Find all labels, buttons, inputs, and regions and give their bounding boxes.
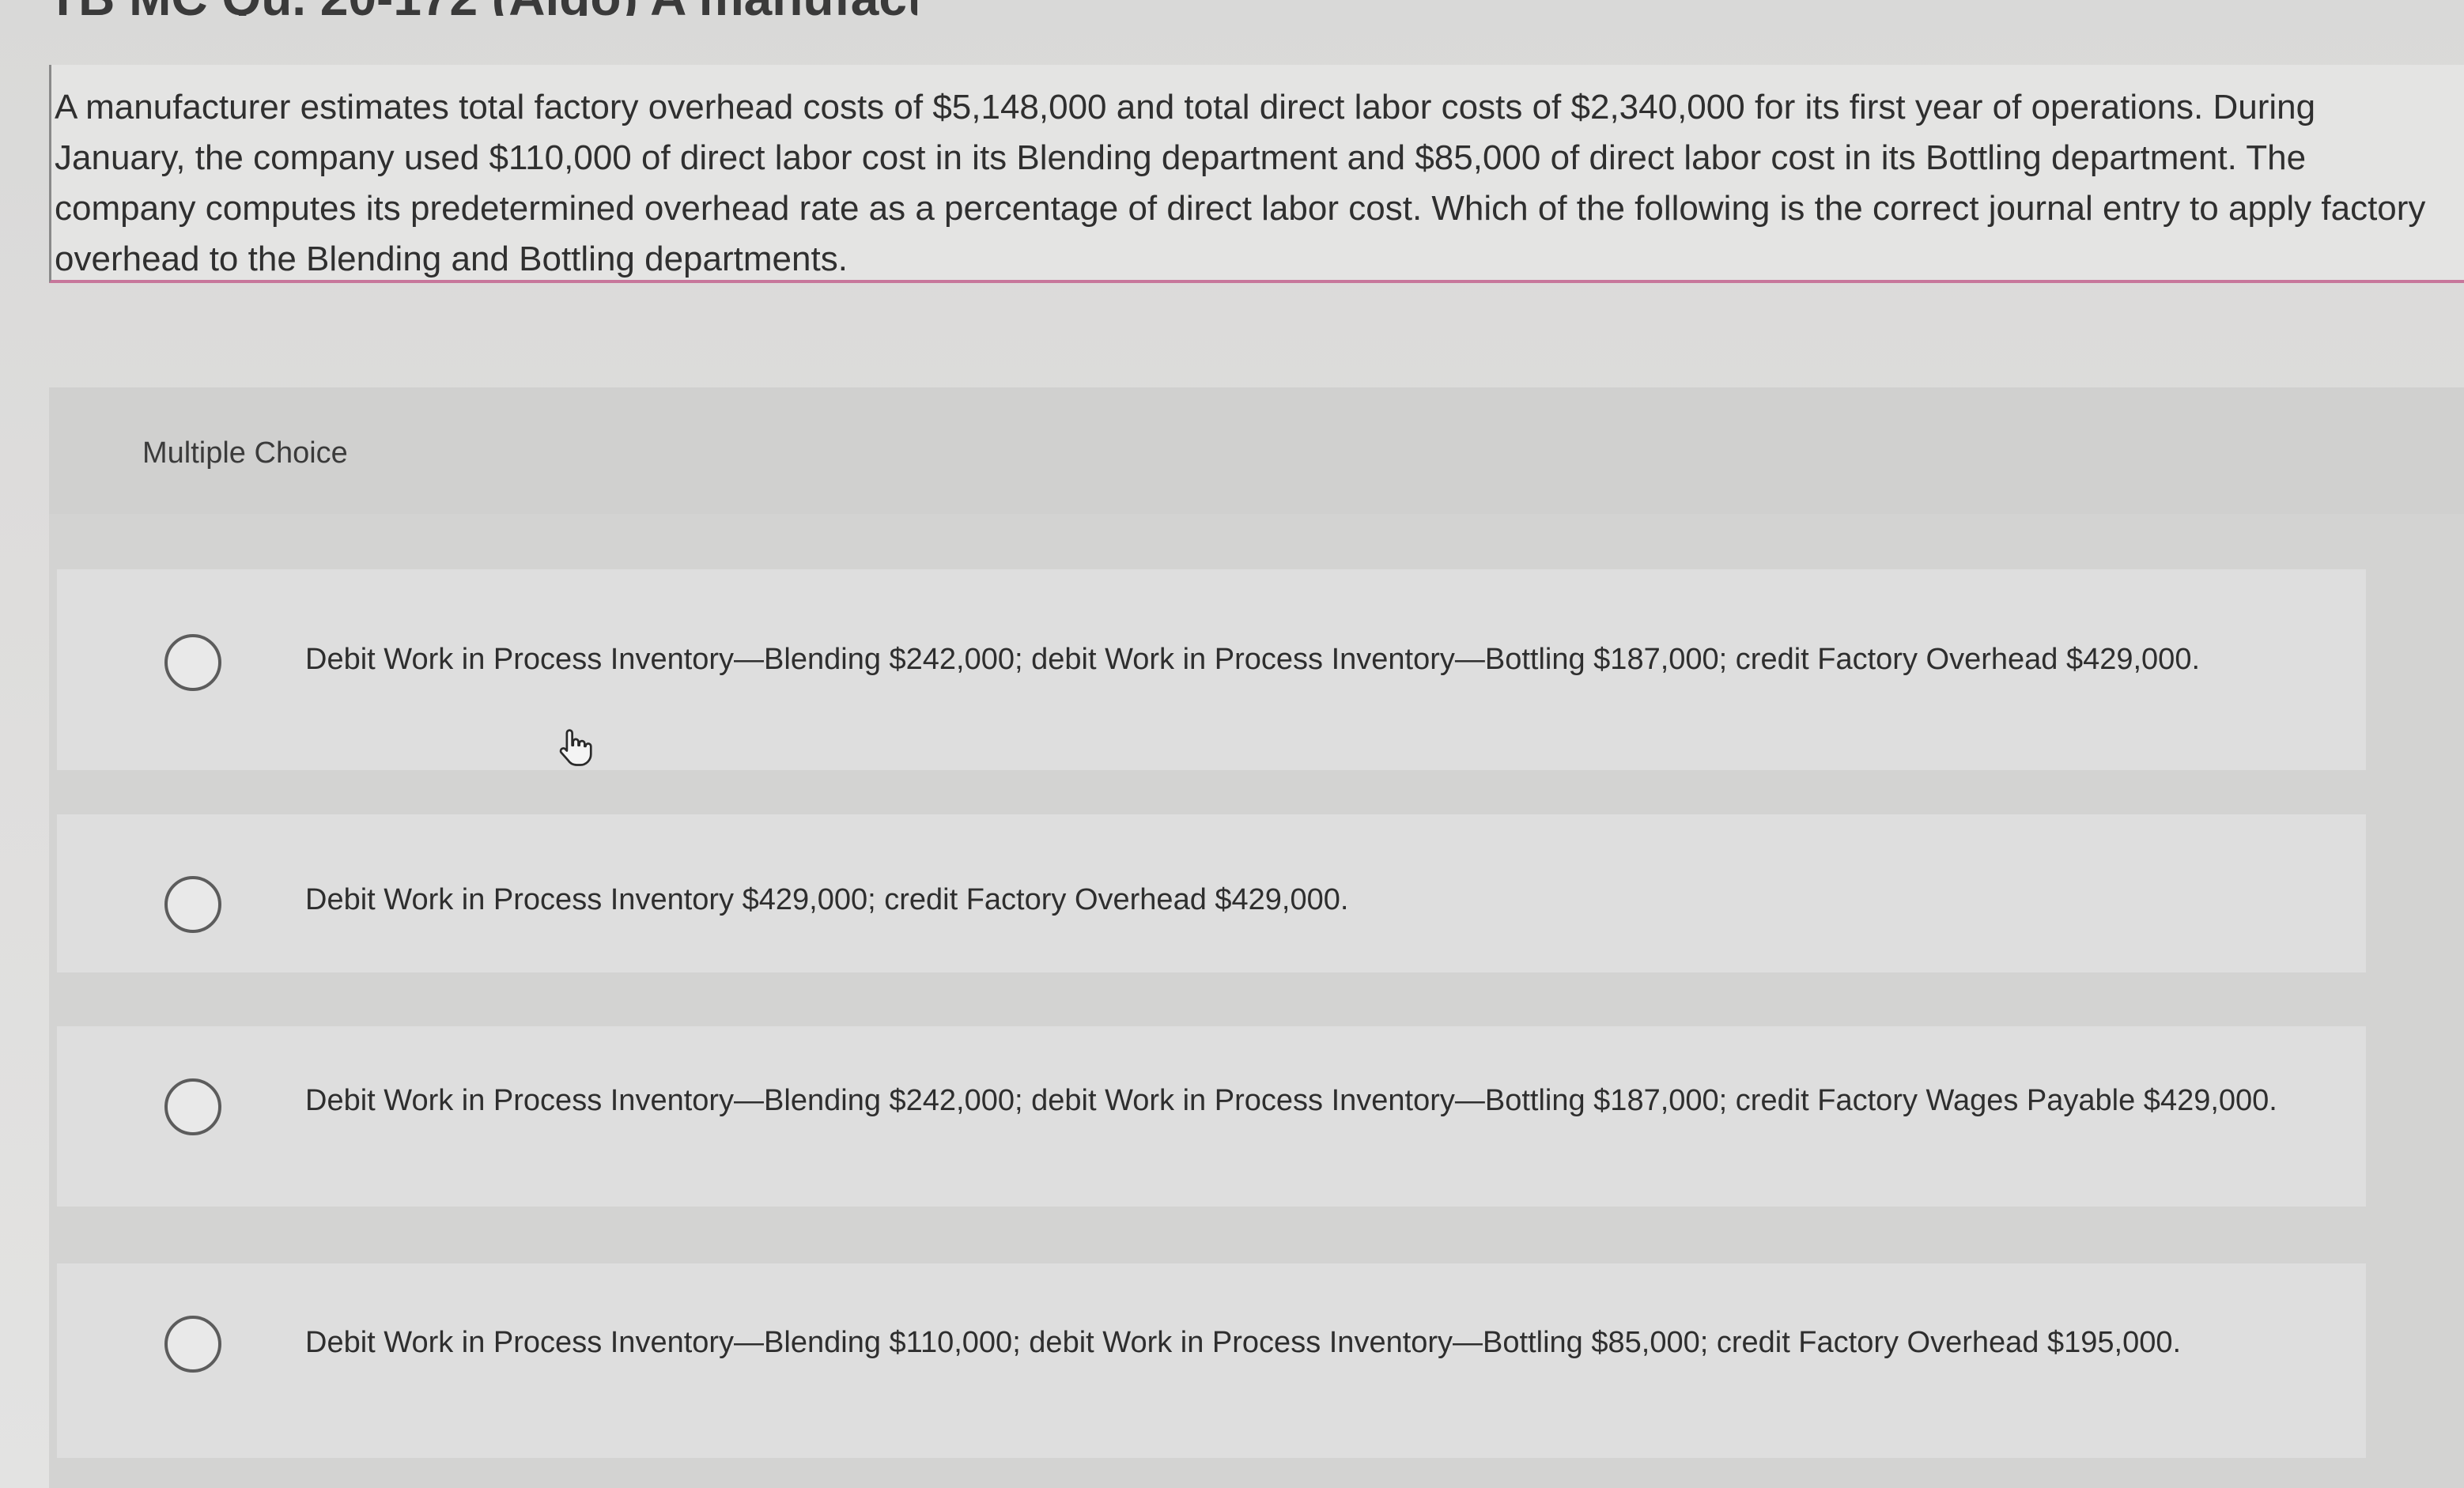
answer-option-4[interactable]: Debit Work in Process Inventory—Blending…: [57, 1263, 2366, 1458]
hand-pointer-icon: [559, 729, 592, 766]
page: TB MC Qu. 20-172 (Algo) A manufacturer e…: [0, 0, 2464, 1488]
multiple-choice-label: Multiple Choice: [142, 436, 348, 470]
question-text: A manufacturer estimates total factory o…: [55, 88, 2426, 278]
answer-option-1-text: Debit Work in Process Inventory—Blending…: [305, 643, 2201, 676]
question-title-fragment: TB MC Qu. 20-172 (Algo) A manufacturer e…: [47, 0, 917, 16]
radio-button-option-3[interactable]: [164, 1078, 221, 1135]
answer-option-2-text: Debit Work in Process Inventory $429,000…: [305, 883, 1349, 916]
answer-option-4-text: Debit Work in Process Inventory—Blending…: [305, 1326, 2182, 1359]
question-box: A manufacturer estimates total factory o…: [49, 65, 2464, 283]
answer-option-1[interactable]: Debit Work in Process Inventory—Blending…: [57, 569, 2366, 770]
radio-button-option-2[interactable]: [164, 876, 221, 933]
answer-option-2[interactable]: Debit Work in Process Inventory $429,000…: [57, 814, 2366, 972]
radio-button-option-4[interactable]: [164, 1316, 221, 1373]
multiple-choice-header: Multiple Choice: [49, 387, 2464, 514]
answer-option-3[interactable]: Debit Work in Process Inventory—Blending…: [57, 1026, 2366, 1207]
radio-button-option-1[interactable]: [164, 634, 221, 691]
answer-option-3-text: Debit Work in Process Inventory—Blending…: [305, 1084, 2277, 1117]
